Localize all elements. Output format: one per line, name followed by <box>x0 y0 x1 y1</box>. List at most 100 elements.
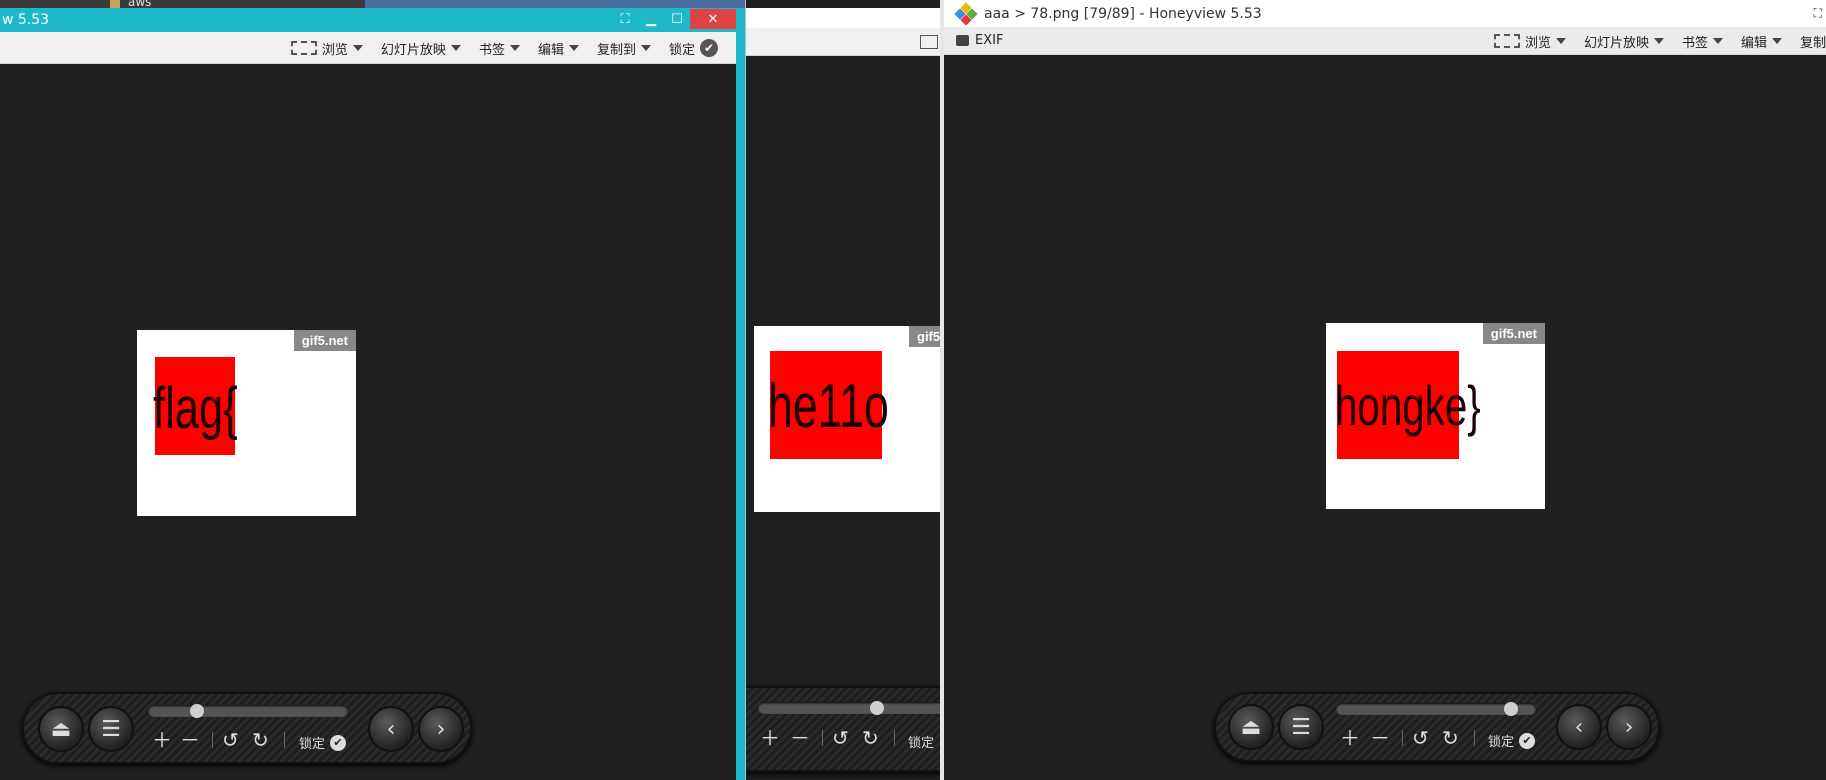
chevron-down-icon <box>450 45 461 51</box>
exif-label: EXIF <box>975 33 1004 48</box>
red-box: he11o <box>768 351 889 459</box>
divider <box>1474 730 1475 746</box>
desktop: aws w 5.53 ⛶ ▁ ☐ ✕ 浏览 幻灯片放映 书签 编辑 复制到 锁定… <box>0 0 1826 780</box>
edit-label: 编辑 <box>1741 35 1768 51</box>
zoom-in-button[interactable]: ＋ <box>1340 726 1360 750</box>
chevron-down-icon <box>568 45 579 51</box>
previous-button[interactable]: ‹ <box>1556 704 1602 750</box>
eject-button[interactable]: ⏏ <box>38 706 84 752</box>
zoom-slider[interactable] <box>1336 702 1536 716</box>
slideshow-menu[interactable]: 幻灯片放映 <box>1584 32 1665 51</box>
browse-label: 浏览 <box>1525 35 1552 51</box>
fullscreen-icon[interactable]: ⛶ <box>1814 6 1822 21</box>
close-button[interactable]: ✕ <box>690 9 736 29</box>
fullscreen-icon[interactable]: ⛶ <box>612 9 638 29</box>
bookmark-label: 书签 <box>1682 35 1709 51</box>
fullscreen-icon[interactable] <box>920 35 938 49</box>
zoom-out-button[interactable]: － <box>1370 726 1390 750</box>
watermark: gif5.net <box>293 330 356 351</box>
viewer-window-3[interactable]: aaa > 78.png [79/89] - Honeyview 5.53 ⛶ … <box>940 0 1826 780</box>
minimize-button[interactable]: ▁ <box>638 9 664 29</box>
viewer-window-2[interactable]: gif5. he11o ＋ － ↺ ↻ 锁定 <box>745 0 940 780</box>
zoom-in-button[interactable]: ＋ <box>152 728 172 752</box>
menu-button[interactable]: ☰ <box>88 706 134 752</box>
previous-button[interactable]: ‹ <box>368 706 414 752</box>
divider <box>894 730 895 746</box>
menu-button[interactable]: ☰ <box>1278 704 1324 750</box>
image-frame: gif5.net hongke} <box>1326 323 1545 509</box>
image-canvas[interactable]: gif5.net hongke} ⏏ ☰ ＋ － ↺ ↻ 锁定 ✔ ‹ › <box>944 55 1826 780</box>
slider-knob[interactable] <box>870 701 884 715</box>
zoom-in-button[interactable]: ＋ <box>760 726 780 750</box>
edit-menu[interactable]: 编辑 <box>538 39 579 58</box>
next-button[interactable]: › <box>1606 704 1652 750</box>
browse-menu[interactable]: 浏览 <box>290 39 363 58</box>
image-canvas[interactable]: gif5.net flag{ ⏏ ☰ ＋ － ↺ ↻ 锁定 ✔ ‹ › <box>0 64 736 780</box>
bookmark-label: 书签 <box>478 42 505 58</box>
eject-button[interactable]: ⏏ <box>1228 704 1274 750</box>
check-icon: ✔ <box>330 734 347 751</box>
lock-label: 锁定 <box>668 42 695 58</box>
chevron-down-icon <box>509 45 520 51</box>
rotate-right-button[interactable]: ↻ <box>1442 726 1459 750</box>
title-bar[interactable]: aaa > 78.png [79/89] - Honeyview 5.53 ⛶ <box>944 0 1826 27</box>
viewer-window-1[interactable]: w 5.53 ⛶ ▁ ☐ ✕ 浏览 幻灯片放映 书签 编辑 复制到 锁定 ✔ gi… <box>0 8 745 780</box>
rotate-right-button[interactable]: ↻ <box>862 726 879 750</box>
rotate-right-button[interactable]: ↻ <box>252 728 269 752</box>
lock-toggle[interactable]: 锁定 <box>908 732 934 751</box>
lock-toggle[interactable]: 锁定 ✔ <box>669 39 718 58</box>
watermark: gif5.net <box>1482 323 1545 344</box>
toolbar-items: 浏览 幻灯片放映 书签 编辑 复制到 <box>1494 27 1826 55</box>
copy-to-menu[interactable]: 复制到 <box>597 39 651 58</box>
image-canvas[interactable]: gif5. he11o ＋ － ↺ ↻ 锁定 <box>746 56 940 780</box>
image-frame: gif5. he11o <box>754 326 940 512</box>
divider <box>284 732 285 748</box>
divider <box>822 730 823 746</box>
lock-toggle[interactable]: 锁定 ✔ <box>1488 731 1536 750</box>
bookmark-menu[interactable]: 书签 <box>479 39 520 58</box>
zoom-out-button[interactable]: － <box>790 726 810 750</box>
slider-knob[interactable] <box>1504 702 1518 716</box>
rotate-left-button[interactable]: ↺ <box>1412 726 1429 750</box>
image-text: hongke} <box>1335 374 1481 437</box>
slider-knob[interactable] <box>190 704 204 718</box>
edit-menu[interactable]: 编辑 <box>1741 32 1783 51</box>
window-title: w 5.53 <box>2 12 50 28</box>
maximize-button[interactable]: ☐ <box>664 9 690 29</box>
toolbar <box>746 28 940 56</box>
navigation-bar: ＋ － ↺ ↻ 锁定 <box>746 686 940 772</box>
app-logo-icon <box>954 1 978 26</box>
toolbar: EXIF 浏览 幻灯片放映 书签 编辑 复制到 <box>944 27 1826 55</box>
window-title: aaa > 78.png [79/89] - Honeyview 5.53 <box>984 5 1262 22</box>
slideshow-menu[interactable]: 幻灯片放映 <box>381 39 461 58</box>
image-frame: gif5.net flag{ <box>137 330 356 516</box>
chevron-down-icon <box>1556 38 1567 44</box>
rotate-left-button[interactable]: ↺ <box>832 726 849 750</box>
lock-label: 锁定 <box>1488 735 1515 750</box>
navigation-bar: ⏏ ☰ ＋ － ↺ ↻ 锁定 ✔ ‹ › <box>22 692 472 764</box>
title-bar[interactable] <box>746 8 940 28</box>
lock-toggle[interactable]: 锁定 ✔ <box>299 733 347 752</box>
copy-to-menu[interactable]: 复制到 <box>1800 32 1826 51</box>
browse-label: 浏览 <box>321 42 348 58</box>
title-bar[interactable]: w 5.53 ⛶ ▁ ☐ ✕ <box>0 8 736 32</box>
red-box: hongke} <box>1335 351 1481 459</box>
copy-to-label: 复制到 <box>596 42 636 58</box>
slideshow-label: 幻灯片放映 <box>380 42 446 58</box>
rotate-left-button[interactable]: ↺ <box>222 728 239 752</box>
toolbar: 浏览 幻灯片放映 书签 编辑 复制到 锁定 ✔ <box>0 32 736 64</box>
edit-label: 编辑 <box>537 42 564 58</box>
divider <box>1402 730 1403 746</box>
zoom-out-button[interactable]: － <box>180 728 200 752</box>
frame-icon <box>1494 34 1520 48</box>
watermark: gif5. <box>909 326 940 347</box>
next-button[interactable]: › <box>418 706 464 752</box>
image-text: flag{ <box>153 376 238 441</box>
zoom-slider[interactable] <box>148 704 348 718</box>
exif-button[interactable]: EXIF <box>956 33 1003 48</box>
chevron-down-icon <box>640 45 651 51</box>
lock-label: 锁定 <box>299 737 326 752</box>
bookmark-menu[interactable]: 书签 <box>1682 32 1724 51</box>
zoom-slider[interactable] <box>758 701 940 715</box>
browse-menu[interactable]: 浏览 <box>1494 32 1567 51</box>
